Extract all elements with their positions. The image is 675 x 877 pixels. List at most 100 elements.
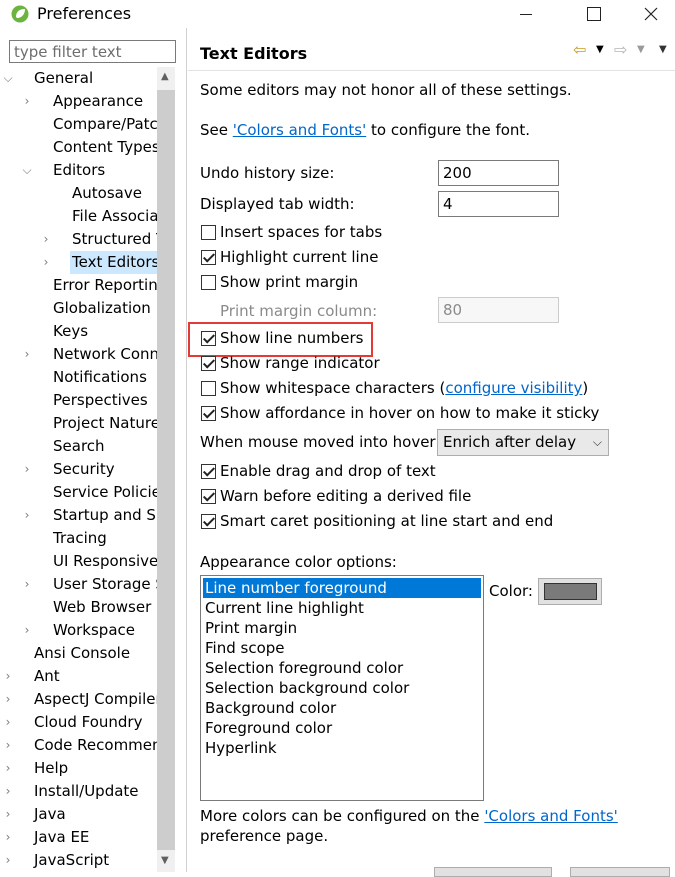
chevron-right-icon[interactable]: › — [2, 780, 14, 803]
undo-history-input[interactable]: 200 — [438, 160, 559, 186]
tree-item-label: Java EE — [34, 828, 90, 846]
list-item[interactable]: Hyperlink — [203, 738, 481, 758]
chevron-right-icon[interactable]: › — [40, 251, 52, 274]
tree-item[interactable]: ⌵ Editors — [0, 159, 157, 182]
tree-item[interactable]: › Structured Text Editors — [0, 228, 157, 251]
tree-item[interactable]: › Appearance — [0, 90, 157, 113]
chevron-right-icon[interactable]: › — [2, 665, 14, 688]
tree-item[interactable]: Compare/Patch — [0, 113, 157, 136]
list-item[interactable]: Find scope — [203, 638, 481, 658]
scroll-up-arrow-icon[interactable]: ▲ — [157, 67, 175, 89]
affordance-checkbox[interactable] — [201, 406, 216, 421]
tree-item[interactable]: › Text Editors — [0, 251, 157, 274]
line-numbers-checkbox[interactable] — [201, 331, 216, 346]
tree-item[interactable]: Autosave — [0, 182, 157, 205]
print-margin-checkbox[interactable] — [201, 275, 216, 290]
tree-item[interactable]: › Java — [0, 803, 157, 826]
chevron-right-icon[interactable]: › — [21, 504, 33, 527]
tree-item[interactable]: Web Browser — [0, 596, 157, 619]
view-menu-icon[interactable]: ▼ — [659, 44, 667, 55]
chevron-right-icon[interactable]: › — [2, 826, 14, 849]
tree-item[interactable]: Globalization — [0, 297, 157, 320]
chevron-right-icon[interactable]: › — [2, 711, 14, 734]
chevron-down-icon[interactable]: ⌵ — [21, 159, 33, 182]
chevron-right-icon[interactable]: › — [40, 228, 52, 251]
tree-item[interactable]: Error Reporting — [0, 274, 157, 297]
hover-behavior-select[interactable]: Enrich after delay ⌵ — [437, 429, 609, 456]
list-item[interactable]: Selection foreground color — [203, 658, 481, 678]
chevron-right-icon[interactable]: › — [21, 573, 33, 596]
tree-item[interactable]: › Network Connections — [0, 343, 157, 366]
filter-input[interactable] — [9, 40, 176, 63]
color-swatch[interactable] — [544, 583, 597, 600]
tree-item[interactable]: › User Storage Service — [0, 573, 157, 596]
configure-visibility-link[interactable]: configure visibility — [445, 379, 582, 397]
tree-item[interactable]: › Help — [0, 757, 157, 780]
chevron-right-icon[interactable]: › — [2, 849, 14, 872]
chevron-right-icon[interactable]: › — [21, 458, 33, 481]
tree-item[interactable]: › Java EE — [0, 826, 157, 849]
list-item[interactable]: Line number foreground — [203, 578, 481, 598]
drag-drop-checkbox[interactable] — [201, 464, 216, 479]
tree-item[interactable]: Perspectives — [0, 389, 157, 412]
tree-item[interactable]: Keys — [0, 320, 157, 343]
tree-item[interactable]: Tracing — [0, 527, 157, 550]
warn-derived-checkbox[interactable] — [201, 489, 216, 504]
chevron-down-icon[interactable]: ⌵ — [2, 67, 14, 90]
tree-scrollbar-thumb[interactable] — [157, 90, 175, 860]
chevron-right-icon[interactable]: › — [21, 90, 33, 113]
list-item[interactable]: Foreground color — [203, 718, 481, 738]
close-button[interactable] — [628, 2, 674, 26]
list-item[interactable]: Background color — [203, 698, 481, 718]
restore-defaults-button[interactable] — [434, 867, 552, 877]
list-item[interactable]: Print margin — [203, 618, 481, 638]
list-item[interactable]: Selection background color — [203, 678, 481, 698]
tree-item[interactable]: Notifications — [0, 366, 157, 389]
tree-item[interactable]: › Security — [0, 458, 157, 481]
chevron-right-icon[interactable]: › — [21, 619, 33, 642]
back-arrow-icon[interactable]: ⇦ — [573, 40, 586, 59]
highlight-line-checkbox[interactable] — [201, 250, 216, 265]
tree-item[interactable]: › Code Recommenders — [0, 734, 157, 757]
tree-item[interactable]: UI Responsiveness — [0, 550, 157, 573]
back-dropdown-icon[interactable]: ▼ — [596, 44, 604, 55]
tree-item[interactable]: › Ant — [0, 665, 157, 688]
tree-item[interactable]: Ansi Console — [0, 642, 157, 665]
tree-item[interactable]: Content Types — [0, 136, 157, 159]
list-item[interactable]: Current line highlight — [203, 598, 481, 618]
chevron-right-icon[interactable]: › — [2, 688, 14, 711]
tree-item[interactable]: ⌵ General — [0, 67, 157, 90]
chevron-right-icon[interactable]: › — [21, 343, 33, 366]
tree-item[interactable]: › JavaScript — [0, 849, 157, 872]
tree-item[interactable]: › AspectJ Compiler — [0, 688, 157, 711]
tree-item[interactable]: › Cloud Foundry — [0, 711, 157, 734]
tree-item-label: Help — [34, 759, 69, 777]
tree-item-label: Install/Update — [34, 782, 139, 800]
appearance-color-list[interactable]: Line number foreground Current line highl… — [200, 575, 484, 801]
chevron-right-icon[interactable]: › — [2, 734, 14, 757]
range-indicator-checkbox[interactable] — [201, 356, 216, 371]
maximize-button[interactable] — [570, 2, 616, 26]
chevron-right-icon[interactable]: › — [2, 803, 14, 826]
tree-item[interactable]: › Workspace — [0, 619, 157, 642]
tree-item[interactable]: Project Natures — [0, 412, 157, 435]
chevron-right-icon[interactable]: › — [2, 757, 14, 780]
apply-button[interactable] — [570, 867, 670, 877]
tree-item[interactable]: › Startup and Shutdown — [0, 504, 157, 527]
whitespace-checkbox[interactable] — [201, 381, 216, 396]
smart-caret-checkbox[interactable] — [201, 514, 216, 529]
tab-width-input[interactable]: 4 — [438, 191, 559, 217]
scroll-down-arrow-icon[interactable]: ▼ — [157, 850, 175, 872]
tree-item[interactable]: › Install/Update — [0, 780, 157, 803]
colors-fonts-link[interactable]: 'Colors and Fonts' — [233, 121, 366, 139]
insert-spaces-checkbox[interactable] — [201, 225, 216, 240]
tree-item-label: Network Connections — [53, 345, 157, 363]
pane-divider[interactable] — [186, 28, 187, 872]
tree-item[interactable]: File Associations — [0, 205, 157, 228]
minimize-button[interactable] — [503, 2, 549, 26]
forward-arrow-icon[interactable]: ⇨ — [614, 40, 627, 59]
tree-item[interactable]: Service Policies — [0, 481, 157, 504]
forward-dropdown-icon[interactable]: ▼ — [637, 44, 645, 55]
more-colors-link[interactable]: 'Colors and Fonts' — [484, 807, 617, 825]
tree-item[interactable]: Search — [0, 435, 157, 458]
